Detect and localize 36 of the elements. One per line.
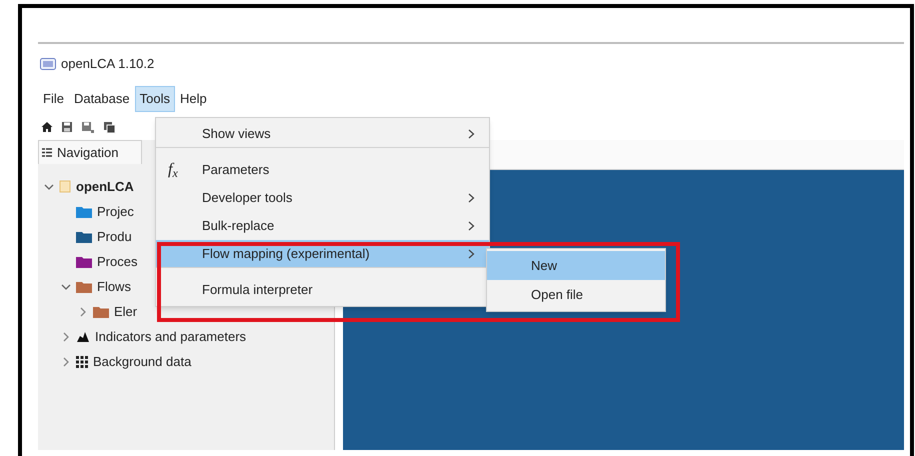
- collapse-chevron-icon[interactable]: [61, 282, 71, 292]
- menu-item[interactable]: Help: [174, 86, 212, 112]
- home-icon[interactable]: [41, 121, 53, 133]
- indicators-icon: [76, 330, 90, 343]
- expand-chevron-icon[interactable]: [61, 332, 71, 342]
- menu-entry[interactable]: Developer tools: [156, 184, 489, 212]
- app-logo-icon: [40, 58, 56, 70]
- database-icon: [59, 180, 71, 193]
- expand-chevron-icon[interactable]: [61, 356, 71, 366]
- collapse-chevron-icon[interactable]: [44, 182, 54, 192]
- menu-entry[interactable]: Formula interpreter: [156, 276, 489, 304]
- navigation-tab[interactable]: Navigation: [38, 140, 142, 164]
- list-icon: [42, 148, 52, 158]
- menu-entry[interactable]: New: [487, 251, 665, 280]
- function-icon: f$_{x}$: [168, 158, 202, 182]
- menu-item[interactable]: Tools: [134, 86, 175, 112]
- menu-entry[interactable]: Show views: [156, 120, 489, 148]
- tree-item-label[interactable]: openLCA: [76, 176, 134, 196]
- menu-entry[interactable]: Open file: [487, 280, 665, 309]
- tree-item-label[interactable]: Indicators and parameters: [95, 326, 246, 346]
- expand-chevron-icon[interactable]: [78, 306, 88, 316]
- menu-item[interactable]: Database: [68, 86, 135, 112]
- tree-item-label[interactable]: Eler: [114, 302, 138, 322]
- tree-item-label[interactable]: Projec: [97, 202, 134, 222]
- save-all-icon[interactable]: [81, 120, 95, 134]
- tree-item-label[interactable]: Proces: [97, 252, 138, 272]
- menu-entry[interactable]: Bulk-replace: [156, 212, 489, 240]
- copy-icon[interactable]: [103, 120, 116, 134]
- tree-item-label[interactable]: Background data: [93, 352, 192, 372]
- tree-item-label[interactable]: Produ: [97, 226, 132, 246]
- grid-icon: [76, 356, 88, 368]
- window-title: openLCA 1.10.2: [61, 55, 154, 74]
- save-icon[interactable]: [61, 121, 73, 133]
- menu-entry[interactable]: f$_{x}$ Parameters: [156, 156, 489, 184]
- tree-item-label[interactable]: Flows: [97, 276, 131, 296]
- menu-item[interactable]: File: [38, 86, 69, 112]
